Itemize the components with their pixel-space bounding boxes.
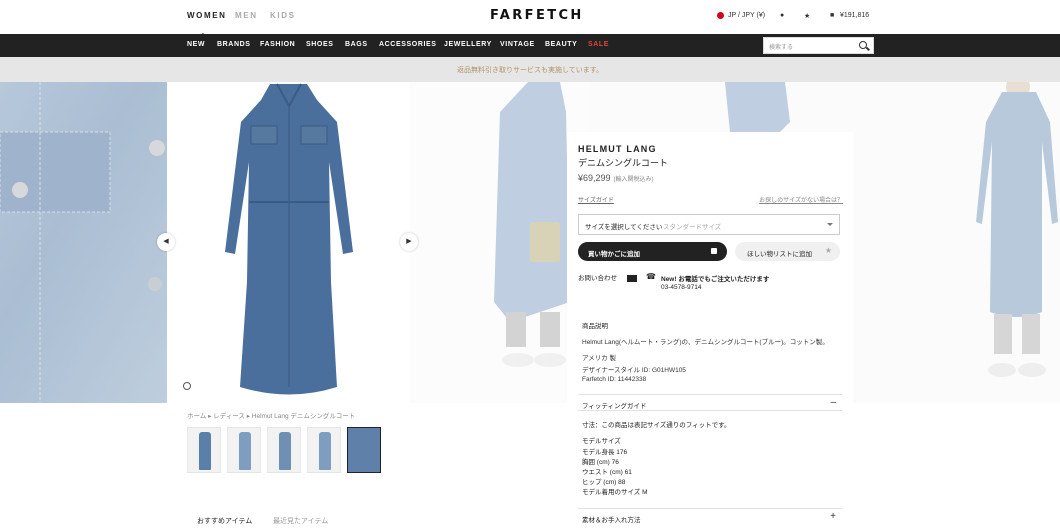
nav-accessories[interactable]: ACCESSORIES — [379, 41, 437, 48]
nav-vintage[interactable]: VINTAGE — [500, 41, 535, 48]
gallery-next-arrow[interactable]: ▶ — [400, 233, 418, 251]
add-to-wishlist-button[interactable]: ほしい物リストに追加 ★ — [735, 242, 840, 261]
top-bar: WOMEN MEN KIDS FARFETCH JP / JPY (¥) ● ★… — [0, 0, 1060, 37]
chevron-down-icon — [827, 223, 833, 229]
fitting-guide-toggle[interactable]: フィッティングガイド – — [578, 394, 842, 411]
model-size-heading: モデルサイズ — [582, 438, 621, 445]
main-nav: NEW BRANDS FASHION SHOES BAGS ACCESSORIE… — [0, 34, 1060, 57]
price-note: (輸入関税込み) — [613, 177, 654, 183]
denim-closeup-graphic — [0, 82, 165, 403]
size-select-value: スタンダードサイズ — [663, 224, 722, 231]
care-toggle[interactable]: 素材＆お手入れ方法 + — [578, 508, 842, 525]
care-title: 素材＆お手入れ方法 — [582, 517, 641, 524]
gallery-prev-arrow[interactable]: ◀ — [157, 233, 175, 251]
fitting-note: 寸法：この商品は表記サイズ通りのフィットです。 — [582, 422, 731, 429]
size-guide-link[interactable]: サイズガイド — [578, 195, 614, 204]
nav-sale[interactable]: SALE — [588, 41, 609, 48]
gender-tab-kids[interactable]: KIDS — [270, 11, 296, 20]
model-image-3[interactable] — [890, 75, 1060, 403]
zoom-icon[interactable] — [183, 382, 191, 390]
search-input[interactable]: 検索する — [763, 37, 874, 54]
nav-shoes[interactable]: SHOES — [306, 41, 334, 48]
mail-icon[interactable] — [627, 275, 637, 282]
price-value: ¥69,299 — [578, 173, 611, 183]
region-selector[interactable]: JP / JPY (¥) — [728, 12, 765, 19]
nav-new[interactable]: NEW — [187, 41, 205, 48]
phone-number[interactable]: 03-4578-9714 — [661, 284, 701, 291]
thumbnail[interactable] — [307, 427, 341, 473]
brand-name[interactable]: HELMUT LANG — [578, 144, 657, 154]
bag-icon[interactable]: ■ — [830, 12, 834, 19]
phone-order-title: New! お電話でもご注文いただけます — [661, 276, 770, 283]
fitting-guide-title: フィッティングガイド — [582, 403, 647, 410]
plus-icon: + — [830, 511, 836, 522]
thumbnail-selected[interactable] — [347, 427, 381, 473]
account-icon[interactable]: ● — [780, 12, 784, 19]
product-price: ¥69,299 (輸入関税込み) — [578, 173, 654, 183]
breadcrumb[interactable]: ホーム ▸ レディース ▸ Helmut Lang デニムシングルコート — [187, 410, 355, 420]
product-name: デニムシングルコート — [578, 158, 668, 168]
model-line: ウエスト (cm) 61 — [582, 469, 632, 476]
model-line: モデル身長 176 — [582, 449, 628, 456]
model-line: 胸囲 (cm) 76 — [582, 459, 619, 466]
lock-icon — [711, 248, 717, 254]
origin-text: アメリカ 製 — [582, 355, 616, 362]
thumbnail-dress-graphic — [319, 432, 331, 470]
product-info-card: HELMUT LANG デニムシングルコート ¥69,299 (輸入関税込み) サ… — [567, 132, 853, 529]
nav-jewellery[interactable]: JEWELLERY — [444, 41, 492, 48]
details-text: Helmut Lang(ヘルムート・ラング)の、デニムシングルコート(ブルー)。… — [582, 339, 829, 346]
japan-flag-icon — [717, 12, 724, 19]
model-3-overlay — [890, 82, 1060, 403]
closeup-image — [0, 82, 167, 403]
thumbnail-dress-graphic — [279, 432, 291, 470]
search-placeholder: 検索する — [769, 45, 794, 51]
add-to-wishlist-label: ほしい物リストに追加 — [747, 251, 812, 258]
recommend-tabs: おすすめアイテム 最近見たアイテム — [187, 509, 530, 529]
nav-brands[interactable]: BRANDS — [217, 41, 251, 48]
gender-tab-men[interactable]: MEN — [235, 11, 258, 20]
farfetch-id: Farfetch ID: 11442338 — [582, 376, 647, 383]
model-1-overlay — [410, 82, 590, 403]
wishlist-star-icon[interactable]: ★ — [804, 12, 810, 20]
add-to-bag-label: 買い物かごに追加 — [588, 251, 640, 258]
main-product-image[interactable] — [167, 82, 410, 403]
farfetch-logo[interactable]: FARFETCH — [490, 8, 584, 23]
nav-bags[interactable]: BAGS — [345, 41, 368, 48]
thumbnail-dress-graphic — [199, 432, 211, 470]
size-help-link[interactable]: お探しのサイズがない場合は？ — [759, 195, 843, 204]
tab-recently-viewed[interactable]: 最近見たアイテム — [273, 516, 328, 526]
search-icon[interactable] — [859, 41, 867, 49]
thumbnail[interactable] — [227, 427, 261, 473]
size-select[interactable]: サイズを選択してください スタンダードサイズ — [578, 214, 840, 235]
model-line: モデル着用のサイズ M — [582, 489, 648, 496]
minus-icon: – — [830, 397, 836, 408]
thumbnail[interactable] — [187, 427, 221, 473]
details-heading: 商品説明 — [582, 323, 608, 330]
add-to-bag-button[interactable]: 買い物かごに追加 — [578, 242, 727, 261]
thumbnail-dress-graphic — [239, 432, 251, 470]
bag-total[interactable]: ¥191,816 — [840, 12, 869, 19]
contact-label: お問い合わせ — [578, 275, 617, 282]
phone-icon: ☎ — [646, 272, 656, 281]
model-line: ヒップ (cm) 88 — [582, 479, 626, 486]
denim-coat-graphic — [225, 83, 353, 395]
designer-style-id: デザイナースタイル ID: G01HW105 — [582, 367, 686, 374]
promo-text: 返品無料引き取りサービスも実施しています。 — [456, 67, 604, 74]
promo-banner: 返品無料引き取りサービスも実施しています。 — [0, 57, 1060, 82]
model-image-1[interactable] — [410, 82, 590, 403]
tab-recommended[interactable]: おすすめアイテム — [197, 516, 252, 526]
star-icon: ★ — [824, 246, 832, 255]
gender-tab-women[interactable]: WOMEN — [187, 11, 227, 37]
product-gallery: ◀ ▶ — [0, 75, 1060, 403]
size-select-label: サイズを選択してください — [585, 224, 663, 231]
nav-fashion[interactable]: FASHION — [260, 41, 295, 48]
nav-beauty[interactable]: BEAUTY — [545, 41, 577, 48]
thumbnail[interactable] — [267, 427, 301, 473]
